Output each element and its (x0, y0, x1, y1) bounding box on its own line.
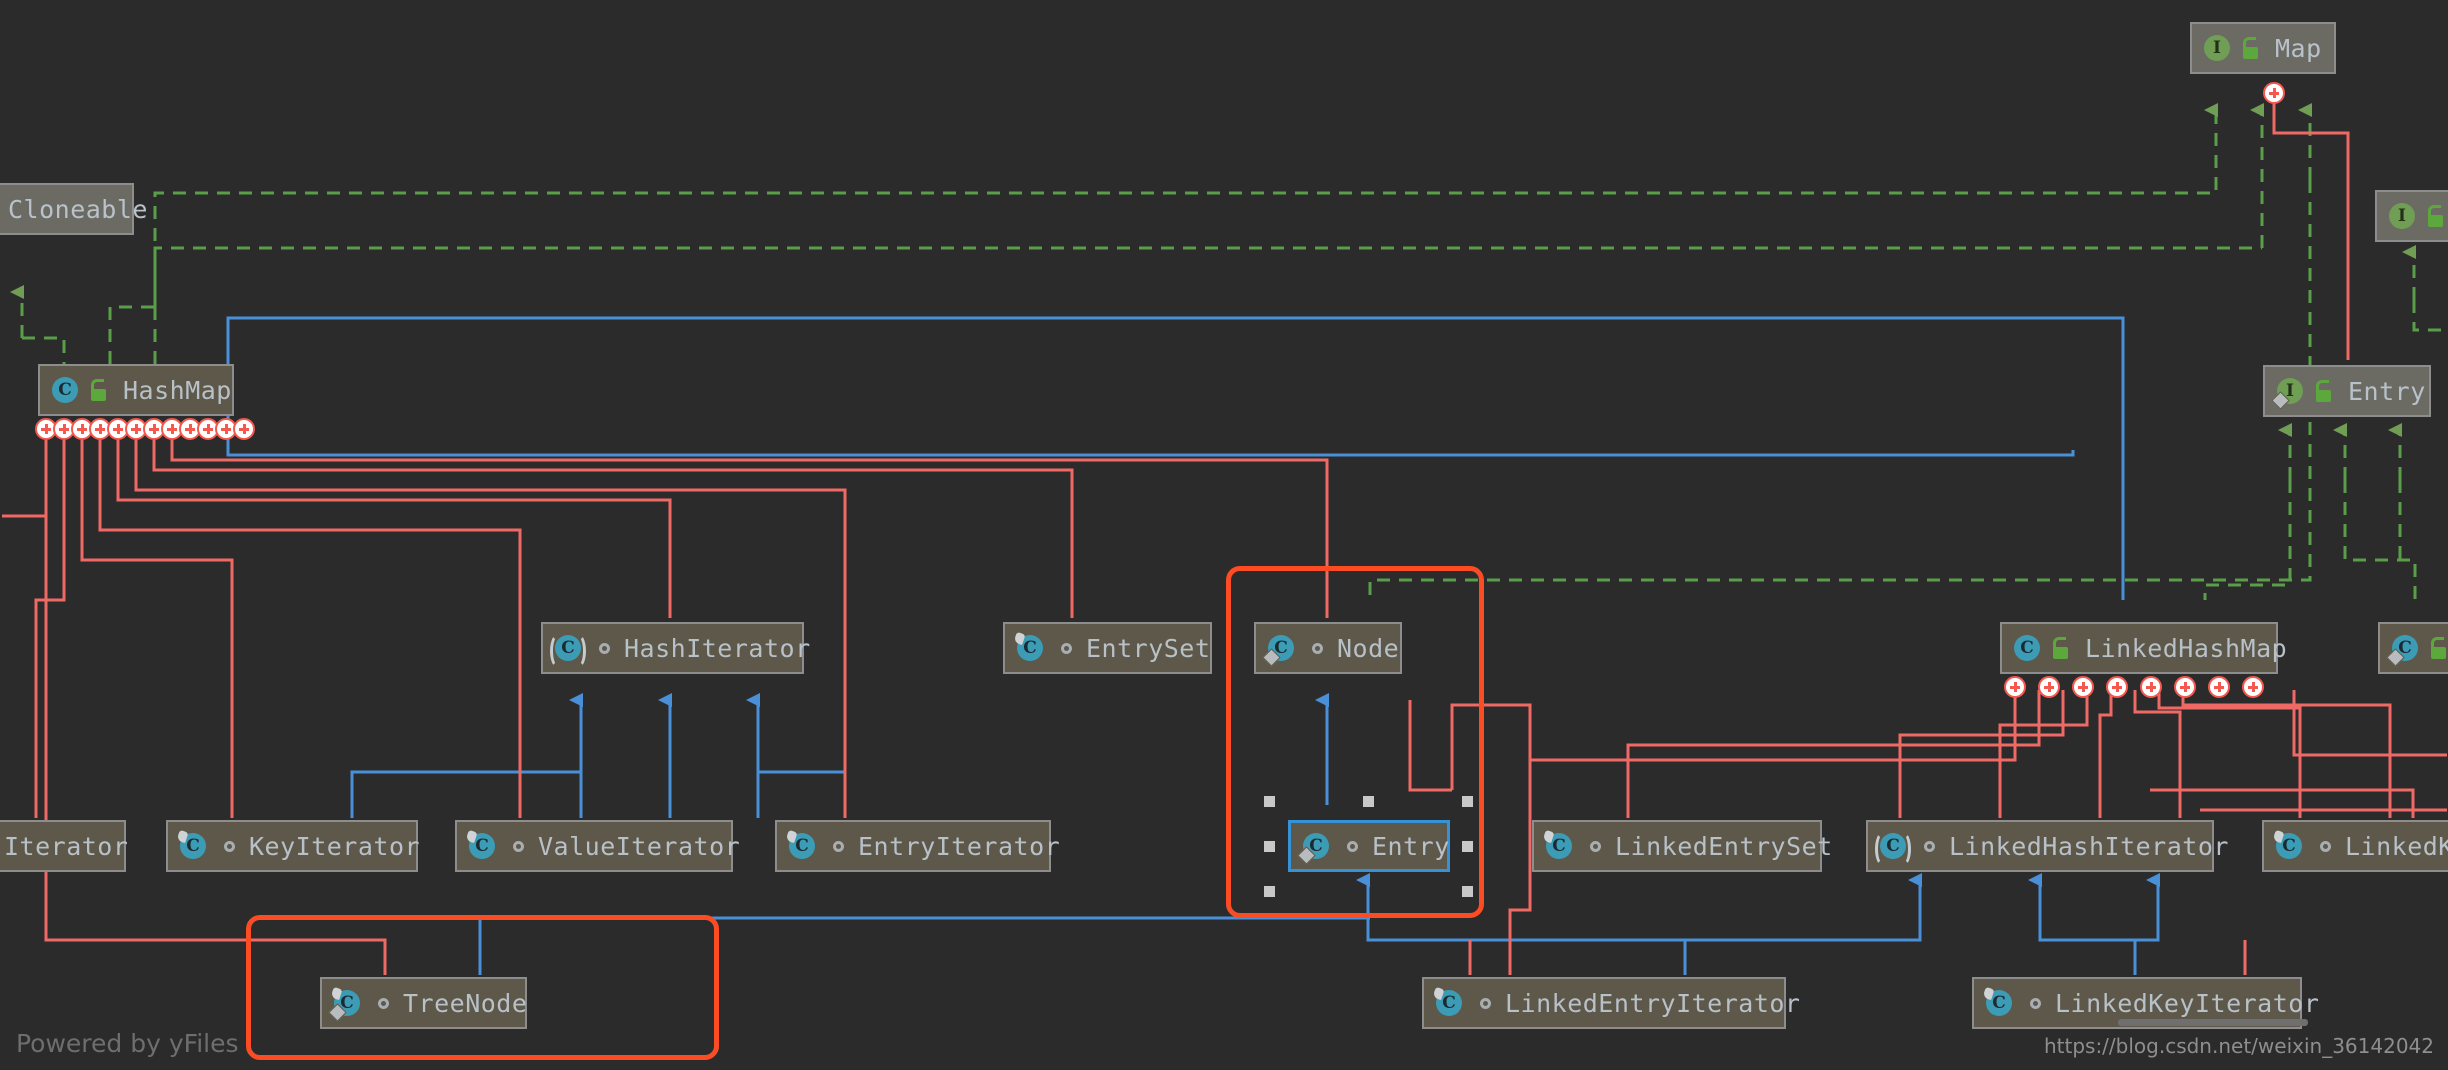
uml-node-map-entry[interactable]: I Entry (2263, 365, 2431, 417)
uml-class-diagram-canvas[interactable]: I Map Cloneable I C HashMap I Entry C Ha… (0, 0, 2448, 1070)
uml-node-treenode[interactable]: C TreeNode (320, 977, 527, 1029)
uml-node-linkedentryset[interactable]: C LinkedEntrySet (1532, 820, 1832, 872)
selection-handle-ne[interactable] (1462, 796, 1473, 807)
package-private-icon (833, 840, 844, 852)
interface-icon: I (2387, 201, 2417, 231)
selection-handle-n[interactable] (1363, 796, 1374, 807)
collapsed-edge-badge[interactable] (2004, 676, 2026, 698)
uml-node-label: HashMap (123, 375, 232, 405)
collapsed-edge-badge[interactable] (2140, 676, 2162, 698)
collapsed-edge-badge[interactable] (2038, 676, 2060, 698)
uml-node-entryset[interactable]: C EntrySet (1003, 622, 1212, 674)
uml-node-cloneable[interactable]: Cloneable (0, 183, 147, 235)
uml-node-iterator-left[interactable]: Iterator (0, 820, 129, 872)
uml-node-class-right-edge[interactable]: C (2378, 622, 2448, 674)
uml-node-label: LinkedHashMap (2085, 633, 2288, 663)
collapsed-edge-badge[interactable] (2072, 676, 2094, 698)
unlocked-lock-icon (2429, 637, 2448, 659)
uml-node-interface-right-edge[interactable]: I (2375, 190, 2448, 242)
class-icon: C (2012, 633, 2042, 663)
inner-class-icon: C (1262, 633, 1296, 667)
inner-class-icon: C (465, 829, 497, 861)
horizontal-scrollbar-thumb[interactable] (2118, 1019, 2308, 1026)
uml-node-hashiterator[interactable]: C HashIterator (541, 622, 810, 674)
inner-class-icon: C (1013, 631, 1045, 663)
interface-inner-icon: I (2271, 376, 2305, 410)
yfiles-watermark: Powered by yFiles (16, 1029, 239, 1058)
uml-node-label: Map (2275, 33, 2322, 63)
abstract-class-icon: C (550, 633, 586, 668)
uml-node-label: LinkedEntryIterator (1505, 988, 1801, 1018)
uml-node-linkedhashmap[interactable]: C LinkedHashMap (2000, 622, 2287, 674)
selection-handle-e[interactable] (1462, 841, 1473, 852)
uml-node-map[interactable]: I Map (2190, 22, 2336, 74)
package-private-icon (1480, 997, 1491, 1009)
selection-handle-nw[interactable] (1264, 796, 1275, 807)
uml-node-label: LinkedHashIterator (1949, 831, 2229, 861)
package-private-icon (378, 997, 389, 1009)
uml-node-label: EntrySet (1086, 633, 1211, 663)
collapsed-edge-badge[interactable] (2208, 676, 2230, 698)
package-private-icon (1590, 840, 1601, 852)
uml-node-label: TreeNode (403, 988, 528, 1018)
uml-node-label: ValueIterator (538, 831, 741, 861)
inner-class-icon: C (2272, 829, 2304, 861)
uml-node-linkedhashiterator[interactable]: C LinkedHashIterator (1866, 820, 2228, 872)
uml-node-hashmap[interactable]: C HashMap (38, 364, 234, 416)
uml-node-node[interactable]: C Node (1254, 622, 1402, 674)
interface-icon: I (2202, 33, 2232, 63)
uml-node-label: Entry (1372, 831, 1450, 861)
uml-node-label: LinkedKeyIterator (2055, 988, 2320, 1018)
package-private-icon (1347, 840, 1358, 852)
unlocked-lock-icon (89, 379, 109, 401)
uml-node-valueiterator[interactable]: C ValueIterator (455, 820, 740, 872)
uml-node-label: Node (1337, 633, 1400, 663)
abstract-class-icon: C (1875, 831, 1911, 866)
inner-class-icon: C (328, 986, 362, 1022)
uml-node-linkedentryiterator[interactable]: C LinkedEntryIterator (1422, 977, 1800, 1029)
selection-handle-se[interactable] (1462, 886, 1473, 897)
uml-node-entry-inner[interactable]: C Entry (1288, 820, 1450, 872)
collapsed-edge-badge[interactable] (2106, 676, 2128, 698)
package-private-icon (1061, 642, 1072, 654)
package-private-icon (2320, 840, 2331, 852)
package-private-icon (1312, 642, 1323, 654)
uml-node-label: LinkedEntrySet (1615, 831, 1833, 861)
uml-node-linkedk[interactable]: C LinkedK (2262, 820, 2448, 872)
collapsed-edge-badge[interactable] (2263, 82, 2285, 104)
uml-node-label: KeyIterator (249, 831, 421, 861)
uml-node-keyiterator[interactable]: C KeyIterator (166, 820, 421, 872)
inner-class-icon: C (2386, 633, 2420, 667)
package-private-icon (513, 840, 524, 852)
inner-class-icon: C (1982, 986, 2014, 1018)
uml-node-label: LinkedK (2345, 831, 2448, 861)
inner-class-icon: C (1542, 829, 1574, 861)
uml-node-label: HashIterator (624, 633, 811, 663)
edge-layer (2, 86, 2447, 975)
uml-node-label: Entry (2348, 376, 2426, 406)
unlocked-lock-icon (2314, 380, 2334, 402)
selection-handle-w[interactable] (1264, 841, 1275, 852)
inner-class-icon: C (785, 829, 817, 861)
collapsed-edge-badge[interactable] (2174, 676, 2196, 698)
unlocked-lock-icon (2051, 637, 2071, 659)
csdn-url-watermark: https://blog.csdn.net/weixin_36142042 (2043, 1034, 2434, 1058)
uml-node-label: EntryIterator (858, 831, 1061, 861)
selection-handle-sw[interactable] (1264, 886, 1275, 897)
uml-node-entryiterator[interactable]: C EntryIterator (775, 820, 1060, 872)
collapsed-edge-badge[interactable] (233, 418, 255, 440)
inner-class-icon: C (1432, 986, 1464, 1018)
inner-class-icon: C (176, 829, 208, 861)
package-private-icon (2030, 997, 2041, 1009)
class-icon: C (50, 375, 80, 405)
unlocked-lock-icon (2241, 37, 2261, 59)
package-private-icon (224, 840, 235, 852)
unlocked-lock-icon (2426, 205, 2446, 227)
package-private-icon (1924, 840, 1935, 852)
uml-node-label: Iterator (4, 831, 129, 861)
package-private-icon (599, 642, 610, 654)
inner-class-icon: C (1297, 831, 1331, 865)
collapsed-edge-badge[interactable] (2242, 676, 2264, 698)
uml-node-label: Cloneable (8, 194, 148, 224)
